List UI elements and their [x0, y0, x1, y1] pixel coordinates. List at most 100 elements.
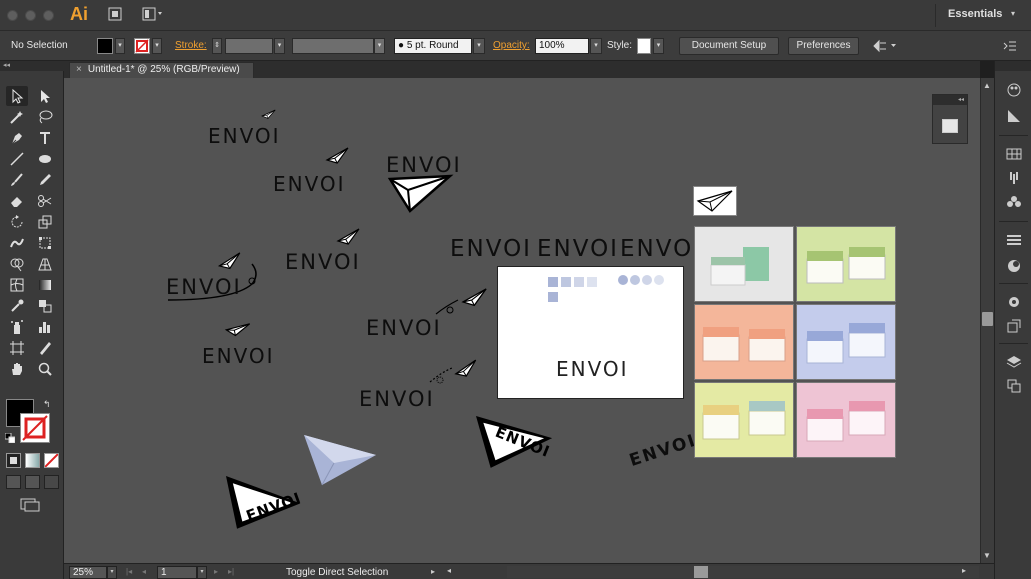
- pencil-icon[interactable]: [34, 170, 56, 190]
- product-photo[interactable]: [694, 226, 794, 302]
- product-photo[interactable]: [796, 226, 896, 302]
- dock-header[interactable]: [995, 61, 1031, 71]
- status-menu-icon[interactable]: ▸: [431, 567, 435, 576]
- selection-tool-icon[interactable]: [6, 86, 28, 106]
- status-text[interactable]: Toggle Direct Selection: [286, 567, 388, 578]
- stroke-label[interactable]: Stroke:: [175, 40, 207, 51]
- first-artboard-icon[interactable]: |◂: [126, 567, 132, 576]
- document-setup-button[interactable]: Document Setup: [679, 37, 779, 55]
- stroke-dropdown[interactable]: ▾: [152, 38, 162, 54]
- line-icon[interactable]: [6, 149, 28, 169]
- product-photo[interactable]: [796, 382, 896, 458]
- tools-panel-header[interactable]: ◂◂: [0, 61, 64, 71]
- draw-behind-icon[interactable]: [25, 475, 40, 489]
- envoi-wordmark[interactable]: ENVOI: [620, 236, 702, 262]
- brush-dropdown[interactable]: ▾: [473, 38, 485, 54]
- scroll-up-icon[interactable]: ▲: [983, 81, 991, 90]
- stroke-icon[interactable]: [1004, 231, 1024, 249]
- preferences-button[interactable]: Preferences: [788, 37, 859, 55]
- zoom-dropdown[interactable]: ▾: [107, 566, 117, 579]
- artboards-icon[interactable]: [1004, 377, 1024, 395]
- none-mode-button[interactable]: [44, 453, 59, 468]
- variable-width-profile[interactable]: [292, 38, 374, 54]
- envoi-wordmark[interactable]: ENVOI: [359, 387, 435, 411]
- last-artboard-icon[interactable]: ▸|: [228, 567, 234, 576]
- zoom-icon[interactable]: [34, 359, 56, 379]
- plane-thumbnail[interactable]: [693, 186, 737, 216]
- screen-mode-icon[interactable]: [20, 498, 40, 515]
- envoi-wordmark[interactable]: ENVOI: [386, 153, 462, 177]
- navigator-icon[interactable]: [942, 119, 958, 133]
- eraser-icon[interactable]: [6, 191, 28, 211]
- chevron-down-icon[interactable]: ▾: [1011, 9, 1015, 18]
- brushes-icon[interactable]: [1004, 169, 1024, 187]
- slice-icon[interactable]: [34, 338, 56, 358]
- hand-icon[interactable]: [6, 359, 28, 379]
- eyedropper-icon[interactable]: [6, 296, 28, 316]
- stroke-swatch[interactable]: [134, 38, 150, 54]
- layers-icon[interactable]: [1004, 353, 1024, 371]
- canvas[interactable]: ENVOI ENVOI ENVOI ENVOI ENVOI ENVOI ENVO…: [64, 78, 980, 563]
- floating-panel[interactable]: ◂◂: [932, 94, 968, 144]
- free-transform-icon[interactable]: [34, 233, 56, 253]
- horizontal-scrollbar[interactable]: ◂ ▸: [447, 566, 979, 578]
- rotate-icon[interactable]: [6, 212, 28, 232]
- stroke-weight-stepper[interactable]: ⇕: [212, 38, 222, 54]
- vertical-scrollbar[interactable]: ▲ ▼: [980, 78, 994, 563]
- envoi-wordmark[interactable]: ENVOI: [366, 316, 442, 340]
- shape-builder-icon[interactable]: [6, 254, 28, 274]
- symbol-sprayer-icon[interactable]: [6, 317, 28, 337]
- artboard[interactable]: ENVOI: [497, 266, 684, 399]
- style-swatch[interactable]: [637, 38, 651, 54]
- scroll-right-icon[interactable]: ▸: [962, 566, 966, 575]
- workspace-switcher[interactable]: Essentials: [948, 8, 1002, 20]
- direct-selection-tool-icon[interactable]: [34, 86, 56, 106]
- zoom-window-button[interactable]: [43, 10, 54, 21]
- scroll-thumb[interactable]: [982, 312, 993, 326]
- envoi-wordmark[interactable]: ENVOI: [166, 275, 242, 299]
- scroll-left-icon[interactable]: ◂: [447, 566, 451, 575]
- transform-icon[interactable]: [872, 39, 898, 55]
- warp-icon[interactable]: [6, 233, 28, 253]
- close-window-button[interactable]: [7, 10, 18, 21]
- type-icon[interactable]: [34, 128, 56, 148]
- perspective-grid-icon[interactable]: [34, 254, 56, 274]
- product-photo[interactable]: [694, 304, 794, 380]
- color-icon[interactable]: [1004, 81, 1024, 99]
- envoi-wordmark[interactable]: ENVOI: [537, 236, 619, 262]
- document-tab[interactable]: × Untitled-1* @ 25% (RGB/Preview): [69, 62, 254, 78]
- fill-swatch[interactable]: [97, 38, 113, 54]
- color-guide-icon[interactable]: [1004, 107, 1024, 125]
- default-colors-icon[interactable]: [4, 432, 16, 444]
- scissors-icon[interactable]: [34, 191, 56, 211]
- draw-inside-icon[interactable]: [44, 475, 59, 489]
- envoi-wordmark[interactable]: ENVOI: [208, 124, 281, 148]
- envoi-wordmark[interactable]: ENVOI: [450, 236, 532, 262]
- profile-dropdown[interactable]: ▾: [374, 38, 385, 54]
- draw-normal-icon[interactable]: [6, 475, 21, 489]
- opacity-dropdown[interactable]: ▾: [590, 38, 602, 54]
- blend-icon[interactable]: [34, 296, 56, 316]
- ellipse-icon[interactable]: [34, 149, 56, 169]
- mesh-icon[interactable]: [6, 275, 28, 295]
- lasso-icon[interactable]: [34, 107, 56, 127]
- column-graph-icon[interactable]: [34, 317, 56, 337]
- floating-panel-header[interactable]: ◂◂: [933, 95, 967, 105]
- swap-colors-icon[interactable]: ↰: [43, 399, 51, 410]
- envoi-wordmark[interactable]: ENVOI: [273, 172, 346, 196]
- product-photo[interactable]: [694, 382, 794, 458]
- stroke-weight-field[interactable]: [225, 38, 273, 54]
- panel-menu-icon[interactable]: [1003, 39, 1017, 55]
- paintbrush-icon[interactable]: [6, 170, 28, 190]
- artboard-dropdown[interactable]: ▾: [197, 566, 207, 579]
- scroll-down-icon[interactable]: ▼: [983, 551, 991, 560]
- bridge-icon[interactable]: [108, 7, 122, 23]
- pen-icon[interactable]: [6, 128, 28, 148]
- gradient-mode-button[interactable]: [25, 453, 40, 468]
- gradient-icon[interactable]: [34, 275, 56, 295]
- magic-wand-icon[interactable]: [6, 107, 28, 127]
- envoi-wordmark[interactable]: ENVOI: [285, 250, 361, 274]
- fill-dropdown[interactable]: ▾: [115, 38, 125, 54]
- opacity-field[interactable]: 100%: [535, 38, 589, 54]
- symbols-icon[interactable]: [1004, 193, 1024, 211]
